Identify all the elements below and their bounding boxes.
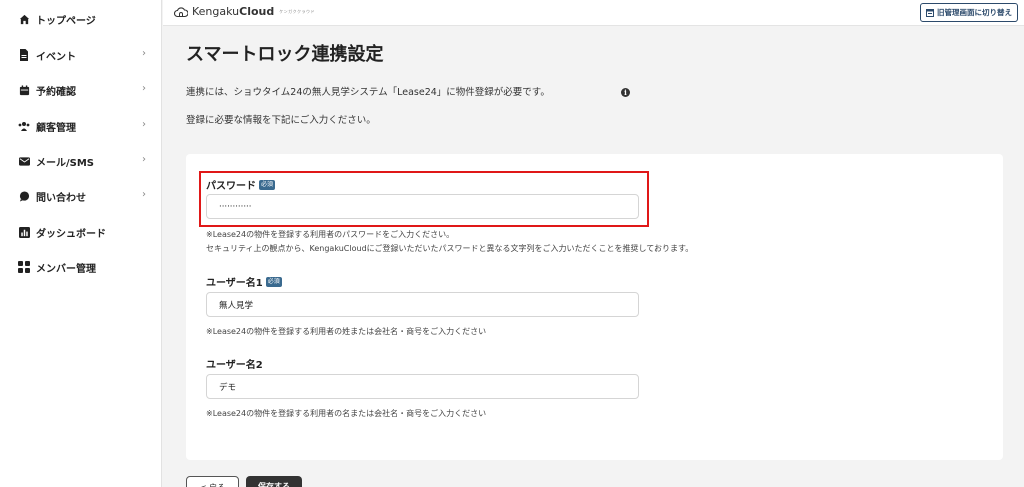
switch-legacy-admin-button[interactable]: 旧管理画面に切り替え <box>920 3 1018 22</box>
switch-legacy-admin-label: 旧管理画面に切り替え <box>937 8 1012 17</box>
chevron-right-icon: › <box>142 119 146 130</box>
brand-name-bold: Cloud <box>239 5 275 18</box>
username2-label-text: ユーザー名2 <box>206 360 263 371</box>
sidebar: トップページ イベント › 予約確認 › 顧客管理 › メール/SMS › 問い… <box>0 0 162 487</box>
sidebar-item-label: 問い合わせ <box>36 192 86 204</box>
intro-text-secondary: 登録に必要な情報を下記にご入力ください。 <box>186 115 376 126</box>
sidebar-item-label: トップページ <box>36 15 96 27</box>
top-bar: Kengaku Cloud ケンガククラウド 旧管理画面に切り替え <box>163 0 1024 26</box>
sidebar-item-label: イベント <box>36 51 76 63</box>
calendar-icon <box>18 84 30 96</box>
sidebar-item-dashboard[interactable]: ダッシュボード <box>0 222 161 242</box>
sidebar-item-label: 予約確認 <box>36 86 76 98</box>
document-icon <box>18 49 30 61</box>
home-icon <box>18 13 30 25</box>
password-highlight-box <box>199 171 649 227</box>
brand-kana: ケンガククラウド <box>279 8 315 14</box>
mail-icon <box>18 155 30 167</box>
username2-label: ユーザー名2 <box>206 356 263 371</box>
grid-icon <box>18 261 30 273</box>
cloud-logo-icon <box>174 6 188 17</box>
required-badge: 必須 <box>265 276 282 287</box>
chevron-right-icon: › <box>142 154 146 165</box>
info-icon[interactable]: i <box>621 88 630 97</box>
sidebar-item-inquiries[interactable]: 問い合わせ › <box>0 186 161 206</box>
username2-help-text: ※Lease24の物件を登録する利用者の名または会社名・商号をご入力ください <box>206 409 487 418</box>
sidebar-item-label: ダッシュボード <box>36 228 106 240</box>
sidebar-item-customers[interactable]: 顧客管理 › <box>0 116 161 136</box>
logo[interactable]: Kengaku Cloud ケンガククラウド <box>174 5 315 18</box>
username1-label-text: ユーザー名1 <box>206 278 263 289</box>
brand-name-light: Kengaku <box>192 5 240 18</box>
username1-input[interactable]: 無人見学 <box>206 292 639 317</box>
chat-bubble-icon <box>18 190 30 202</box>
save-button[interactable]: 保存する <box>246 476 302 487</box>
chart-icon <box>18 226 30 238</box>
intro-text: 連携には、ショウタイム24の無人見学システム「Lease24」に物件登録が必要で… <box>186 87 550 98</box>
username1-label: ユーザー名1 必須 <box>206 274 282 289</box>
sidebar-item-event[interactable]: イベント › <box>0 45 161 65</box>
back-button[interactable]: < 戻る <box>186 476 239 487</box>
people-icon <box>18 120 30 132</box>
sidebar-item-top-page[interactable]: トップページ <box>0 9 161 29</box>
sidebar-item-reservations[interactable]: 予約確認 › <box>0 80 161 100</box>
chevron-right-icon: › <box>142 189 146 200</box>
sidebar-item-label: メンバー管理 <box>36 263 96 275</box>
username2-input[interactable]: デモ <box>206 374 639 399</box>
page-title: スマートロック連携設定 <box>186 44 384 65</box>
sidebar-item-mail-sms[interactable]: メール/SMS › <box>0 151 161 171</box>
chevron-right-icon: › <box>142 83 146 94</box>
username1-help-text: ※Lease24の物件を登録する利用者の姓または会社名・商号をご入力ください <box>206 327 487 336</box>
window-icon <box>926 8 934 17</box>
chevron-right-icon: › <box>142 48 146 59</box>
sidebar-item-members[interactable]: メンバー管理 <box>0 257 161 277</box>
password-help-text: ※Lease24の物件を登録する利用者のパスワードをご入力ください。 <box>206 230 455 239</box>
sidebar-item-label: 顧客管理 <box>36 122 76 134</box>
sidebar-item-label: メール/SMS <box>36 157 95 169</box>
password-recommendation-text: セキュリティ上の観点から、KengakuCloudにご登録いただいたパスワードと… <box>206 244 694 253</box>
